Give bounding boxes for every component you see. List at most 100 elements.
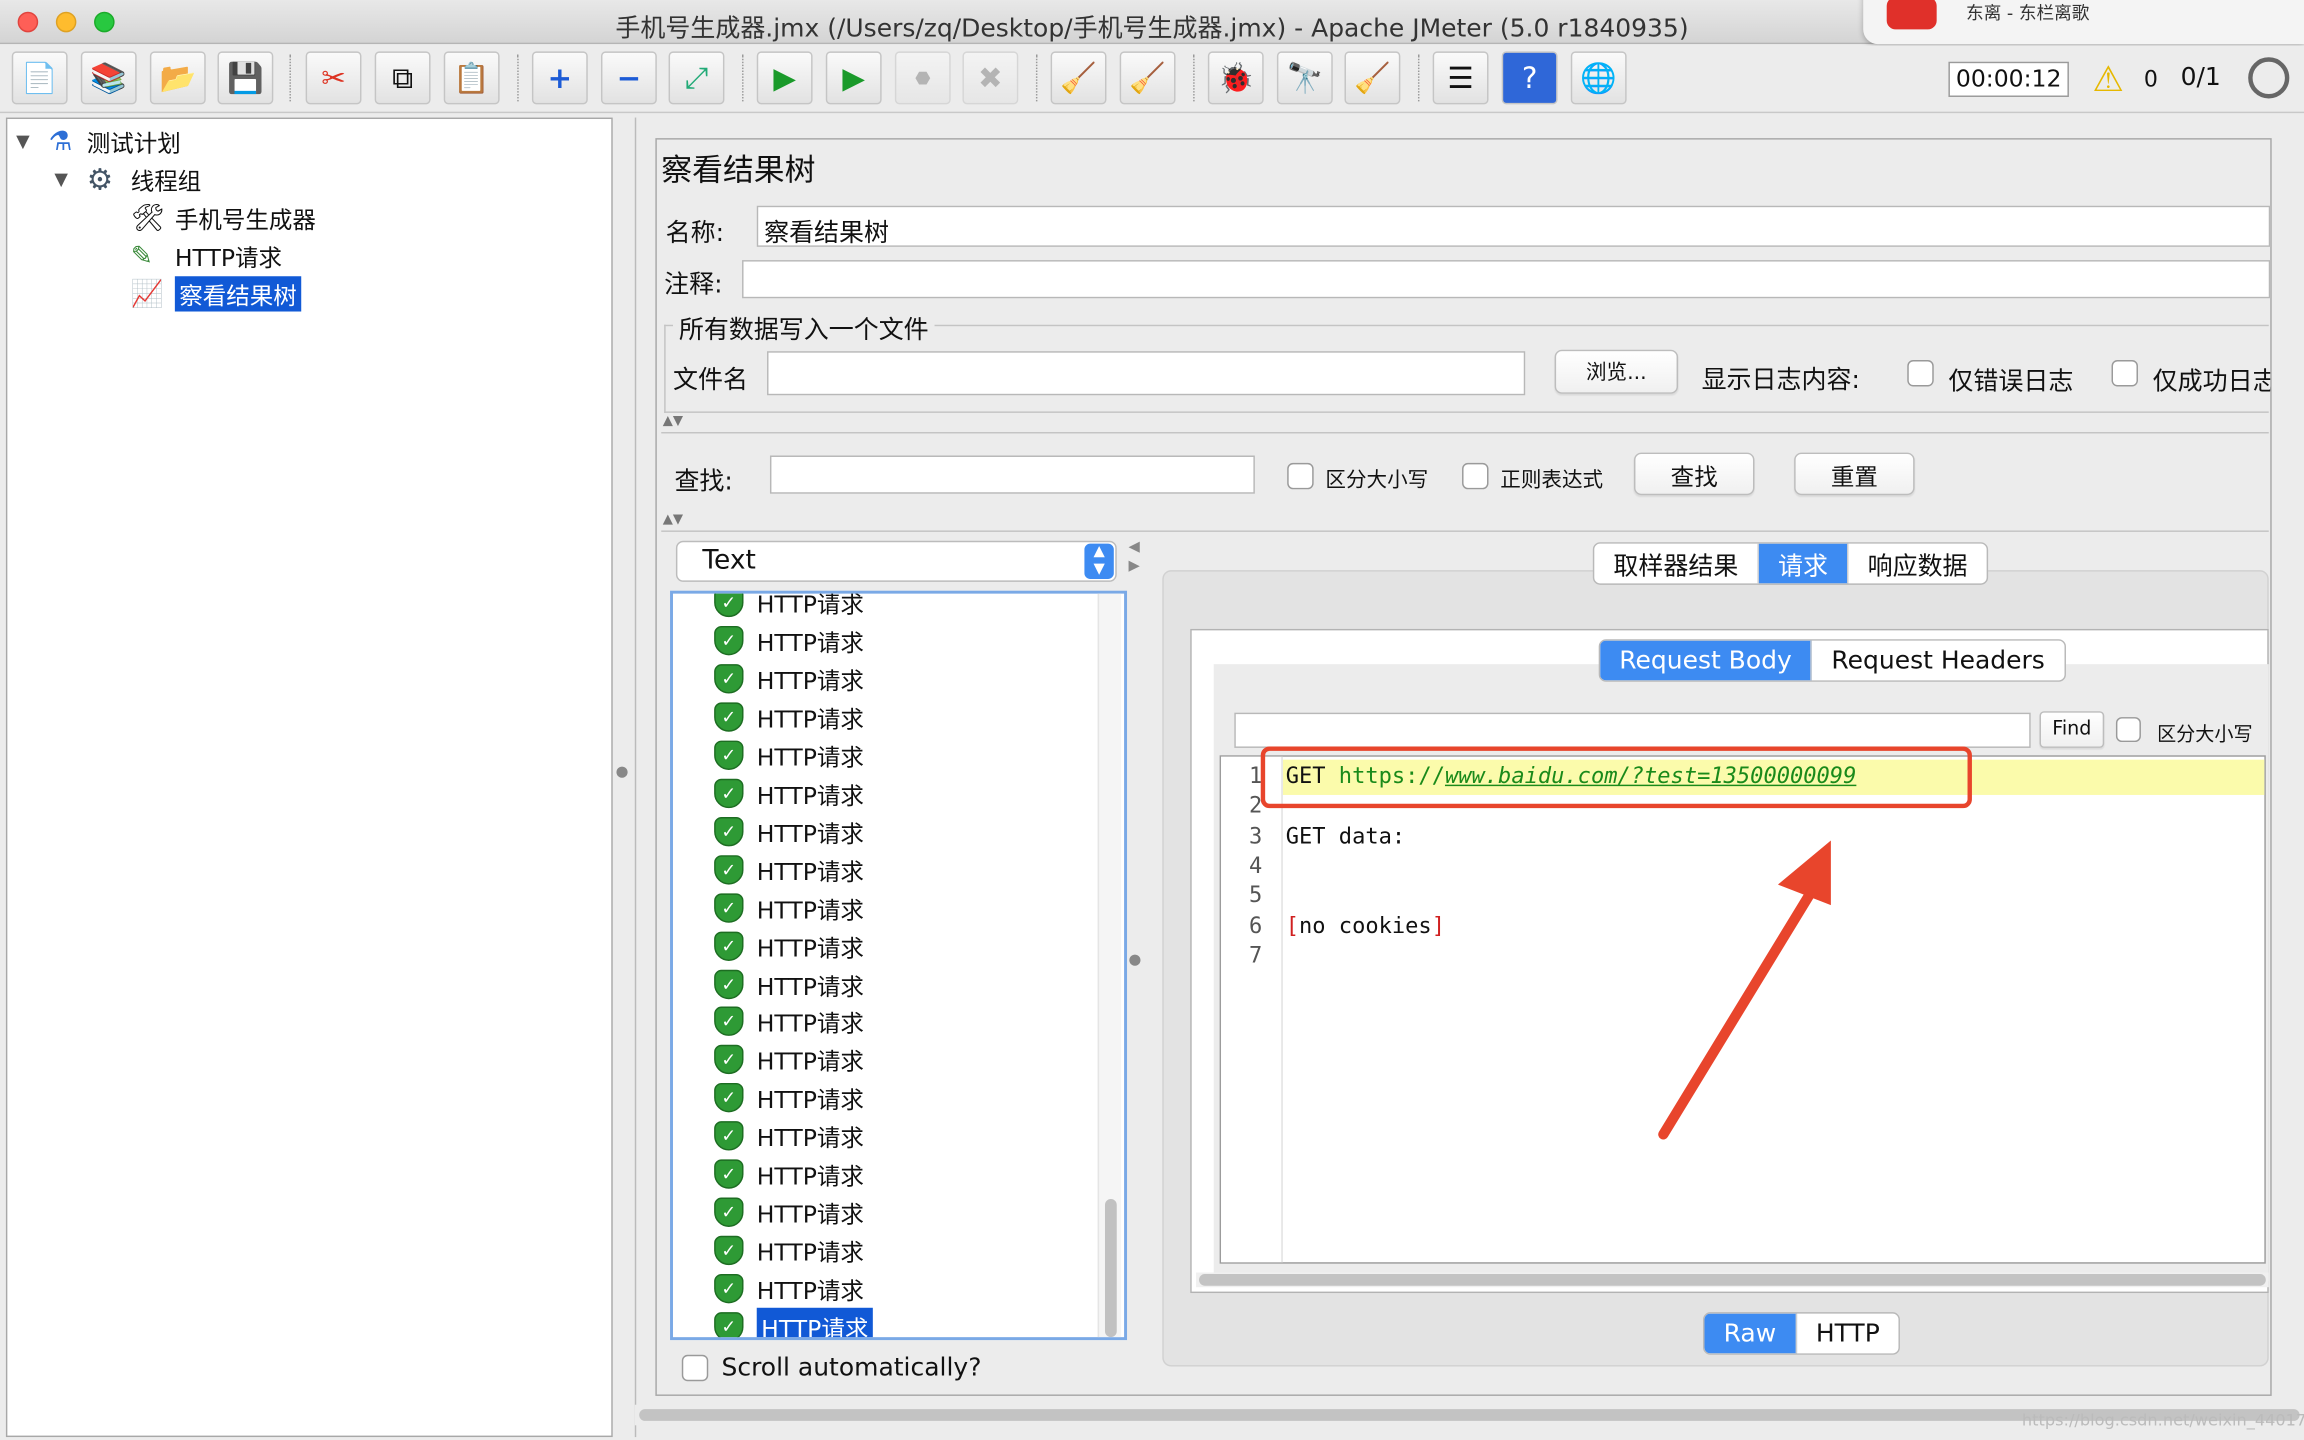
split-arrows-icon[interactable]: ▲▼ <box>663 513 683 528</box>
reset-search-button[interactable]: 🧹 <box>1344 51 1401 105</box>
format-tabs: Raw HTTP <box>1703 1312 1901 1355</box>
result-list-item[interactable]: ✓ HTTP请求 <box>714 590 864 620</box>
editor-case-checkbox[interactable] <box>2115 717 2141 743</box>
success-shield-icon: ✓ <box>714 1121 744 1151</box>
tree-item-http-request[interactable]: ✎ HTTP请求 <box>131 237 282 275</box>
result-list-item[interactable]: ✓ HTTP请求 <box>714 699 864 734</box>
result-list-item[interactable]: ✓ HTTP请求 <box>714 1042 864 1077</box>
tree-item-test-plan[interactable]: ▼ ⚗ 测试计划 <box>16 122 181 160</box>
regex-checkbox[interactable] <box>1462 462 1489 490</box>
debug-button[interactable]: 🐞 <box>1207 51 1264 105</box>
result-list-item[interactable]: ✓ HTTP请求 <box>714 1271 864 1306</box>
paste-button[interactable]: 📋 <box>443 51 500 105</box>
cut-button[interactable]: ✂ <box>305 51 362 105</box>
stop-icon: ⬣ <box>915 67 931 89</box>
search-input[interactable] <box>769 455 1255 494</box>
tree-item-label: 手机号生成器 <box>174 205 316 234</box>
browse-button[interactable]: 浏览... <box>1554 349 1679 394</box>
toggle-button[interactable]: ⤢ <box>668 51 725 105</box>
result-list-item[interactable]: ✓ HTTP请求 <box>714 1119 864 1154</box>
tab-response-data[interactable]: 响应数据 <box>1849 544 1987 584</box>
notification-banner[interactable]: 东离 - 东栏离歌 <box>1863 0 2304 45</box>
tab-request[interactable]: 请求 <box>1758 543 1849 584</box>
collapse-split-icon[interactable]: ◀ ▶ <box>1128 538 1139 576</box>
line-number: 1 <box>1248 762 1263 790</box>
elapsed-timer: 00:00:12 <box>1948 61 2069 97</box>
errors-only-checkbox[interactable] <box>1907 360 1934 387</box>
tree-item-phone-generator[interactable]: 🛠 手机号生成器 <box>131 198 316 236</box>
warning-icon[interactable]: ⚠ <box>2092 59 2124 100</box>
success-only-checkbox[interactable] <box>2111 360 2138 387</box>
start-no-pause-button[interactable]: ▶ <box>825 51 882 105</box>
name-field[interactable]: 察看结果树 <box>756 205 2271 248</box>
renderer-select[interactable]: Text ▲ ▼ <box>675 540 1117 582</box>
result-list-item[interactable]: ✓ HTTP请求 <box>714 890 864 925</box>
tab-request-headers[interactable]: Request Headers <box>1812 641 2064 681</box>
save-button[interactable]: 💾 <box>217 51 274 105</box>
tab-sampler-result[interactable]: 取样器结果 <box>1594 543 1759 584</box>
tree-item-results-tree[interactable]: 📈 察看结果树 <box>131 275 302 313</box>
comment-field[interactable] <box>742 260 2271 299</box>
result-list-item[interactable]: ✓ HTTP请求 <box>714 737 864 772</box>
result-list-item[interactable]: ✓ HTTP请求 <box>714 1004 864 1039</box>
editor-hscrollbar[interactable] <box>1196 1272 2269 1288</box>
shutdown-button[interactable]: ✖ <box>962 51 1019 105</box>
splitter-handle[interactable]: ● <box>1128 952 1141 968</box>
list-scrollbar-thumb[interactable] <box>1104 1199 1117 1338</box>
expand-button[interactable]: + <box>531 51 588 105</box>
result-list-item[interactable]: ✓ HTTP请求 <box>714 1157 864 1192</box>
templates-button[interactable]: 📚 <box>80 51 137 105</box>
clear-all-button[interactable]: 🧹 <box>1119 51 1176 105</box>
stop-button[interactable]: ⬣ <box>894 51 951 105</box>
help-button[interactable]: ? <box>1501 51 1558 105</box>
music-app-icon <box>1886 0 1937 30</box>
open-button[interactable]: 📂 <box>149 51 206 105</box>
result-item-label: HTTP请求 <box>756 819 864 848</box>
tab-raw[interactable]: Raw <box>1704 1313 1797 1354</box>
success-shield-icon: ✓ <box>714 1159 744 1190</box>
result-item-label: HTTP请求 <box>756 590 864 619</box>
result-list-item[interactable]: ✓ HTTP请求 <box>714 623 864 658</box>
sample-result-list[interactable]: ✓ HTTP请求 ✓ HTTP请求 ✓ HTTP请求 ✓ HTTP请求 ✓ HTTP请求 ✓ HTTP… <box>670 590 1128 1341</box>
reset-button[interactable]: 重置 <box>1794 452 1915 496</box>
filename-input[interactable] <box>767 351 1526 396</box>
collapse-button[interactable]: − <box>600 51 657 105</box>
list-scrollbar[interactable] <box>1097 593 1122 1338</box>
result-list-item[interactable]: ✓ HTTP请求 <box>714 966 864 1001</box>
tree-item-thread-group[interactable]: ▼ ⚙ 线程组 <box>54 160 201 198</box>
remote-button[interactable]: 🌐 <box>1570 51 1627 105</box>
function-helper-button[interactable]: ☰ <box>1432 51 1489 105</box>
find-button[interactable]: 查找 <box>1633 452 1755 496</box>
result-list-item[interactable]: ✓ HTTP请求 <box>714 1081 864 1116</box>
expand-arrow-icon[interactable]: ▼ <box>16 131 48 152</box>
search-button[interactable]: 🔭 <box>1276 51 1333 105</box>
result-list-item[interactable]: ✓ HTTP请求 <box>714 1307 873 1338</box>
expand-arrow-icon[interactable]: ▼ <box>54 169 86 190</box>
case-sensitive-checkbox[interactable] <box>1287 462 1314 490</box>
result-list-item[interactable]: ✓ HTTP请求 <box>714 814 864 849</box>
result-list-item[interactable]: ✓ HTTP请求 <box>714 1195 864 1230</box>
tree-item-label: 线程组 <box>130 167 202 196</box>
success-shield-icon: ✓ <box>714 702 744 732</box>
tab-http[interactable]: HTTP <box>1797 1314 1899 1354</box>
result-item-label: HTTP请求 <box>756 705 864 734</box>
result-list-item[interactable]: ✓ HTTP请求 <box>714 928 864 963</box>
editor-find-input[interactable] <box>1234 712 2031 748</box>
tab-request-body[interactable]: Request Body <box>1600 640 1813 681</box>
editor-hscrollbar-thumb[interactable] <box>1199 1273 2266 1286</box>
scroll-auto-checkbox[interactable] <box>681 1354 709 1382</box>
split-arrows-icon[interactable]: ▲▼ <box>663 414 683 429</box>
start-button[interactable]: ▶ <box>756 51 813 105</box>
copy-button[interactable]: ⧉ <box>374 51 431 105</box>
clear-button[interactable]: 🧹 <box>1050 51 1107 105</box>
new-plan-button[interactable]: 📄 <box>11 51 68 105</box>
success-shield-icon: ✓ <box>714 816 744 846</box>
splitter-handle[interactable]: ● <box>616 764 631 785</box>
editor-find-button[interactable]: Find <box>2039 711 2105 748</box>
annotation-arrow <box>1658 840 1831 1140</box>
result-list-item[interactable]: ✓ HTTP请求 <box>714 852 864 887</box>
result-list-item[interactable]: ✓ HTTP请求 <box>714 661 864 696</box>
tree-item-label: 测试计划 <box>86 129 181 158</box>
result-list-item[interactable]: ✓ HTTP请求 <box>714 1233 864 1268</box>
result-list-item[interactable]: ✓ HTTP请求 <box>714 775 864 810</box>
